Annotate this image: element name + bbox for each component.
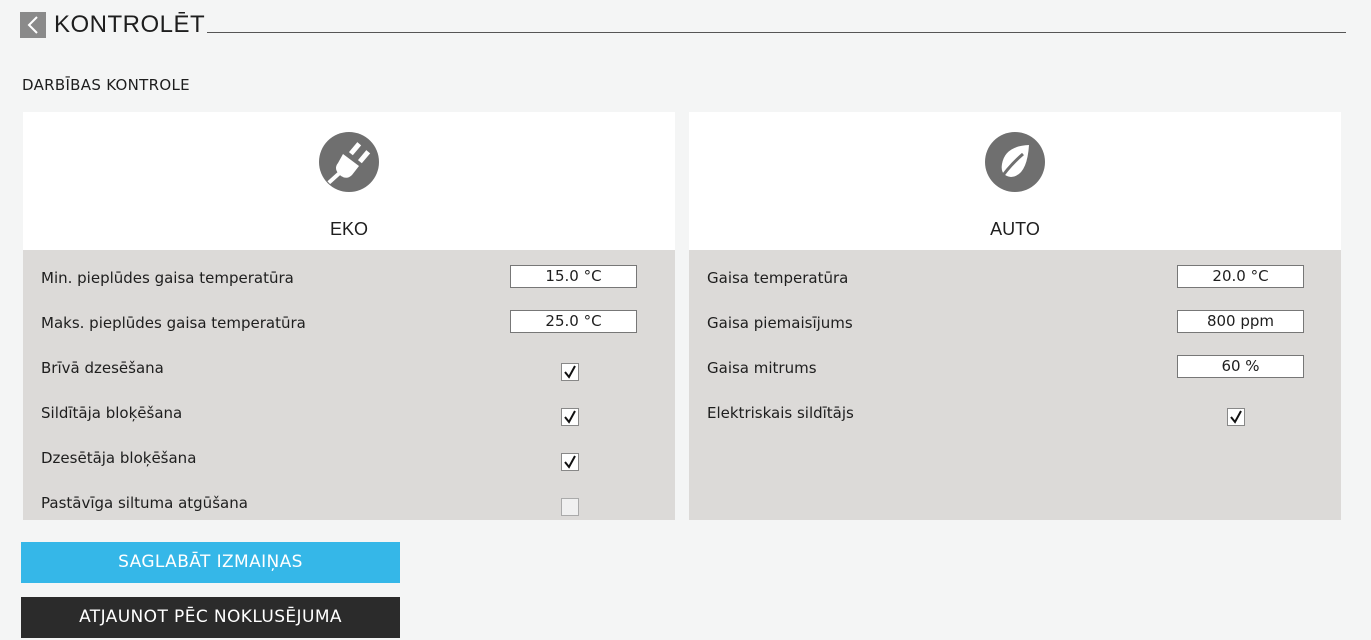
eko-row-cooler-lock: Dzesētāja bloķēšana: [23, 440, 675, 485]
checkmark-icon: [1230, 410, 1242, 424]
eko-mode-header[interactable]: EKO: [23, 112, 675, 250]
auto-row-electric-heater: Elektriskais sildītājs: [689, 395, 1341, 440]
row-label: Dzesētāja bloķēšana: [41, 449, 197, 467]
restore-defaults-button[interactable]: ATJAUNOT PĒC NOKLUSĒJUMA: [21, 597, 400, 638]
max-supply-temp-input[interactable]: 25.0 °C: [510, 310, 637, 333]
eko-row-min-supply-temp: Min. pieplūdes gaisa temperatūra 15.0 °C: [23, 260, 675, 305]
row-label: Gaisa mitrums: [707, 359, 817, 377]
plug-icon: [319, 132, 379, 192]
page-title: KONTROLĒT: [54, 11, 206, 38]
page-header: KONTROLĒT: [20, 9, 1346, 41]
checkmark-icon: [564, 410, 576, 424]
auto-settings: Gaisa temperatūra 20.0 °C Gaisa piemaisī…: [689, 250, 1341, 520]
row-label: Sildītāja bloķēšana: [41, 404, 183, 422]
row-label: Brīvā dzesēšana: [41, 359, 164, 377]
auto-panel: AUTO Gaisa temperatūra 20.0 °C Gaisa pie…: [689, 112, 1341, 520]
checkmark-icon: [564, 455, 576, 469]
eko-row-heater-lock: Sildītāja bloķēšana: [23, 395, 675, 440]
row-label: Gaisa piemaisījums: [707, 314, 853, 332]
row-label: Elektriskais sildītājs: [707, 404, 854, 422]
row-label: Gaisa temperatūra: [707, 269, 849, 287]
eko-settings: Min. pieplūdes gaisa temperatūra 15.0 °C…: [23, 250, 675, 520]
air-temp-input[interactable]: 20.0 °C: [1177, 265, 1304, 288]
humidity-input[interactable]: 60 %: [1177, 355, 1304, 378]
eko-panel: EKO Min. pieplūdes gaisa temperatūra 15.…: [23, 112, 675, 520]
chevron-left-icon: [27, 16, 38, 34]
cooler-lock-checkbox[interactable]: [561, 453, 579, 471]
eko-label: EKO: [329, 219, 368, 239]
eko-row-free-cooling: Brīvā dzesēšana: [23, 350, 675, 395]
min-supply-temp-input[interactable]: 15.0 °C: [510, 265, 637, 288]
heat-recovery-checkbox[interactable]: [561, 498, 579, 516]
free-cooling-checkbox[interactable]: [561, 363, 579, 381]
eko-row-heat-recovery: Pastāvīga siltuma atgūšana: [23, 485, 675, 530]
back-button[interactable]: [20, 12, 46, 38]
checkmark-icon: [564, 365, 576, 379]
auto-mode-header[interactable]: AUTO: [689, 112, 1341, 250]
row-label: Pastāvīga siltuma atgūšana: [41, 494, 248, 512]
save-changes-button[interactable]: SAGLABĀT IZMAIŅAS: [21, 542, 400, 583]
header-divider: [207, 31, 1346, 33]
heater-lock-checkbox[interactable]: [561, 408, 579, 426]
row-label: Min. pieplūdes gaisa temperatūra: [41, 269, 294, 287]
air-pollution-input[interactable]: 800 ppm: [1177, 310, 1304, 333]
row-label: Maks. pieplūdes gaisa temperatūra: [41, 314, 306, 332]
electric-heater-checkbox[interactable]: [1227, 408, 1245, 426]
auto-label: AUTO: [990, 219, 1040, 239]
auto-row-humidity: Gaisa mitrums 60 %: [689, 350, 1341, 395]
auto-row-air-temp: Gaisa temperatūra 20.0 °C: [689, 260, 1341, 305]
eko-row-max-supply-temp: Maks. pieplūdes gaisa temperatūra 25.0 °…: [23, 305, 675, 350]
section-title: DARBĪBAS KONTROLE: [22, 76, 190, 94]
leaf-icon: [985, 132, 1045, 192]
auto-row-air-pollution: Gaisa piemaisījums 800 ppm: [689, 305, 1341, 350]
